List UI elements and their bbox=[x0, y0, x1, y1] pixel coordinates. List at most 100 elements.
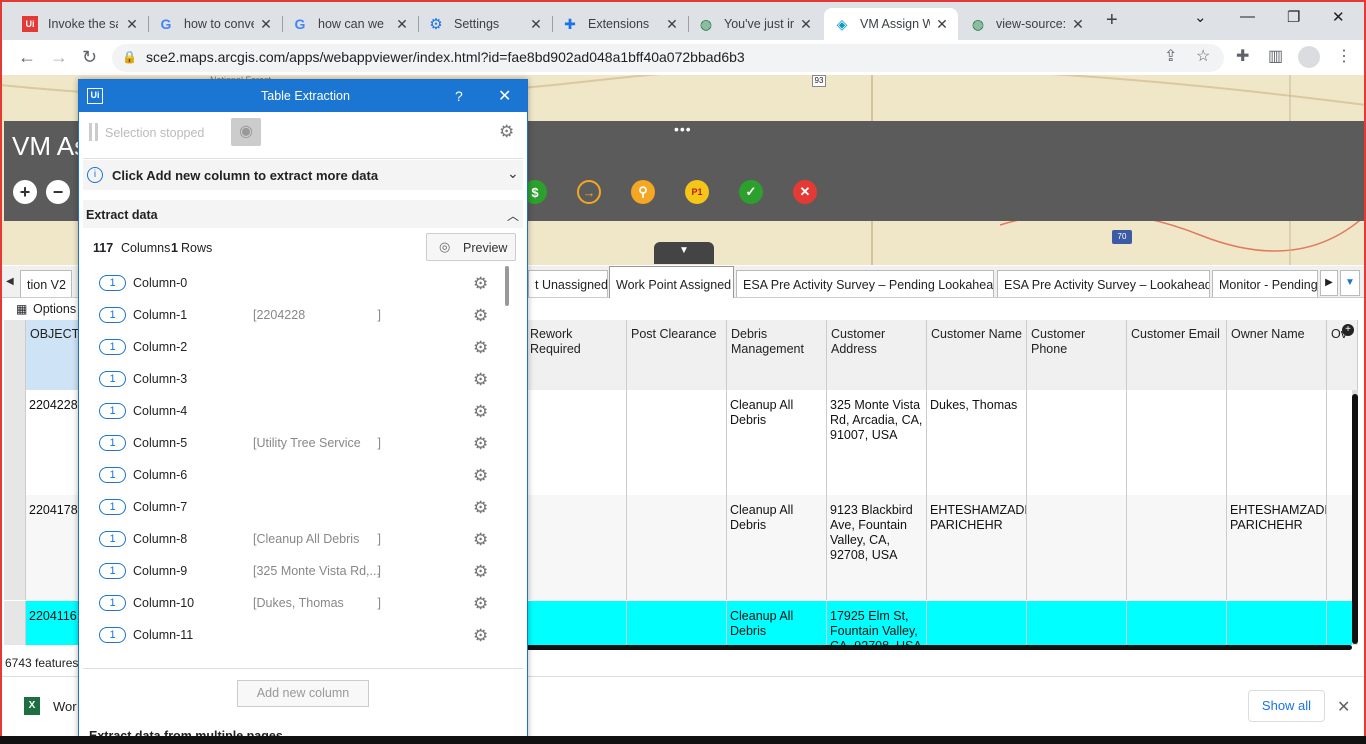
column-item[interactable]: 1 Column-2 ⚙ bbox=[99, 332, 499, 364]
eye-toggle-icon[interactable]: ◉ bbox=[231, 118, 261, 146]
more-dots-icon[interactable]: ••• bbox=[674, 121, 692, 137]
close-icon[interactable]: ✕ bbox=[1070, 16, 1086, 32]
column-item[interactable]: 1 Column-3 ⚙ bbox=[99, 364, 499, 396]
reload-icon[interactable]: ↻ bbox=[82, 48, 97, 66]
attr-tab-unassigned[interactable]: t Unassigned bbox=[528, 270, 608, 297]
column-header[interactable]: Customer Name bbox=[927, 320, 1027, 390]
close-icon[interactable]: ✕ bbox=[258, 16, 274, 32]
arrow-right-circle-icon[interactable]: → bbox=[577, 180, 601, 204]
attr-tab-esa-lookahead[interactable]: ESA Pre Activity Survey – Lookahead bbox=[997, 270, 1210, 297]
tabs-left-arrow-icon[interactable]: ◀ bbox=[6, 276, 14, 287]
minimize-icon[interactable]: — bbox=[1240, 8, 1255, 25]
close-icon[interactable]: ✕ bbox=[934, 16, 950, 32]
column-header[interactable]: OBJECTI bbox=[26, 320, 83, 390]
close-icon[interactable]: ✕ bbox=[124, 16, 140, 32]
close-icon[interactable]: ✕ bbox=[798, 16, 814, 32]
share-icon[interactable]: ⇪ bbox=[1164, 49, 1177, 65]
column-header[interactable]: Post Clearance bbox=[627, 320, 727, 390]
tab-view-source[interactable]: ◍ view-source:h ✕ bbox=[960, 8, 1094, 40]
preview-button[interactable]: ◎ Preview bbox=[426, 233, 516, 261]
column-item[interactable]: 1 Column-10 [Dukes, Thomas] ⚙ bbox=[99, 588, 499, 620]
vertical-scrollbar[interactable] bbox=[1352, 390, 1358, 645]
search-icon[interactable]: ⚲ bbox=[631, 180, 655, 204]
column-settings-gear-icon[interactable]: ⚙ bbox=[473, 434, 488, 454]
column-settings-gear-icon[interactable]: ⚙ bbox=[473, 370, 488, 390]
attr-tab-work-point-assigned[interactable]: Work Point Assigned bbox=[609, 266, 734, 298]
close-icon[interactable]: ✕ bbox=[394, 16, 410, 32]
menu-kebab-icon[interactable]: ⋮ bbox=[1336, 49, 1352, 65]
x-cancel-icon[interactable]: ✕ bbox=[793, 180, 817, 204]
row-selector[interactable] bbox=[4, 495, 26, 600]
column-header[interactable]: Debris Management bbox=[727, 320, 827, 390]
help-button[interactable]: ? bbox=[455, 88, 463, 104]
column-item[interactable]: 1 Column-1 [2204228] ⚙ bbox=[99, 300, 499, 332]
column-settings-gear-icon[interactable]: ⚙ bbox=[473, 498, 488, 518]
extensions-icon[interactable]: ✚ bbox=[1236, 49, 1249, 65]
new-tab-icon[interactable]: + bbox=[1106, 9, 1118, 32]
attr-tab-esa-pending-lookahead[interactable]: ESA Pre Activity Survey – Pending Lookah… bbox=[736, 270, 994, 297]
column-header[interactable]: Rework Required bbox=[526, 320, 627, 390]
options-button[interactable]: Options bbox=[33, 302, 76, 316]
restore-icon[interactable]: ❐ bbox=[1287, 8, 1300, 26]
forward-icon[interactable]: → bbox=[50, 48, 68, 66]
column-item[interactable]: 1 Column-11 ⚙ bbox=[99, 620, 499, 652]
p1-priority-icon[interactable]: P1 bbox=[685, 180, 709, 204]
tab-how-to-convert[interactable]: G how to conve ✕ bbox=[148, 8, 283, 40]
column-header[interactable]: Customer Address bbox=[827, 320, 927, 390]
tab-youve-just[interactable]: ◍ You've just in ✕ bbox=[688, 8, 822, 40]
column-settings-gear-icon[interactable]: ⚙ bbox=[473, 274, 488, 294]
column-header[interactable]: Owner Name bbox=[1227, 320, 1327, 390]
back-icon[interactable]: ← bbox=[18, 48, 36, 66]
info-banner[interactable]: i Click Add new column to extract more d… bbox=[83, 160, 523, 190]
chevron-down-icon[interactable]: ⌄ bbox=[507, 165, 519, 182]
column-item[interactable]: 1 Column-4 ⚙ bbox=[99, 396, 499, 428]
tab-search-icon[interactable]: ⌄ bbox=[1194, 8, 1207, 26]
tab-how-can-we[interactable]: G how can we c ✕ bbox=[282, 8, 419, 40]
show-all-button[interactable]: Show all bbox=[1248, 690, 1325, 722]
download-filename[interactable]: Wor bbox=[53, 699, 77, 714]
column-header[interactable]: Customer Email bbox=[1127, 320, 1227, 390]
chevron-up-icon[interactable]: ︿ bbox=[507, 207, 519, 224]
add-column-icon[interactable]: + bbox=[1342, 324, 1354, 336]
column-item[interactable]: 1 Column-9 [325 Monte Vista Rd,...] ⚙ bbox=[99, 556, 499, 588]
row-selector[interactable] bbox=[4, 601, 26, 645]
column-item[interactable]: 1 Column-7 ⚙ bbox=[99, 492, 499, 524]
add-new-column-button[interactable]: Add new column bbox=[237, 680, 369, 707]
column-settings-gear-icon[interactable]: ⚙ bbox=[473, 338, 488, 358]
column-settings-gear-icon[interactable]: ⚙ bbox=[473, 530, 488, 550]
settings-gear-icon[interactable]: ⚙ bbox=[499, 122, 514, 142]
column-item[interactable]: 1 Column-6 ⚙ bbox=[99, 460, 499, 492]
zoom-out-icon[interactable]: − bbox=[46, 180, 70, 204]
column-item[interactable]: 1 Column-5 [Utility Tree Service] ⚙ bbox=[99, 428, 499, 460]
close-download-bar-icon[interactable]: ✕ bbox=[1337, 697, 1350, 717]
panel-title-bar[interactable]: Ui Table Extraction ? ✕ bbox=[79, 80, 527, 112]
attr-tab-monitor-pending[interactable]: Monitor - Pending bbox=[1212, 270, 1318, 297]
tabs-right-arrow-icon[interactable]: ▶ bbox=[1320, 270, 1338, 296]
attr-tab-v2[interactable]: tion V2 bbox=[20, 270, 72, 297]
column-settings-gear-icon[interactable]: ⚙ bbox=[473, 626, 488, 646]
tabs-dropdown-icon[interactable]: ▼ bbox=[1340, 270, 1360, 296]
column-item[interactable]: 1 Column-8 [Cleanup All Debris] ⚙ bbox=[99, 524, 499, 556]
column-item[interactable]: 1 Column-0 ⚙ bbox=[99, 268, 499, 300]
tab-settings[interactable]: ⚙ Settings ✕ bbox=[418, 8, 553, 40]
column-settings-gear-icon[interactable]: ⚙ bbox=[473, 562, 488, 582]
panel-close-icon[interactable]: ✕ bbox=[498, 86, 511, 106]
collapse-toggle-icon[interactable]: ▼ bbox=[654, 242, 714, 264]
scrollbar-thumb[interactable] bbox=[1352, 394, 1358, 644]
profile-avatar[interactable] bbox=[1298, 46, 1320, 68]
column-header[interactable]: Customer Phone bbox=[1027, 320, 1127, 390]
close-icon[interactable]: ✕ bbox=[528, 16, 544, 32]
column-settings-gear-icon[interactable]: ⚙ bbox=[473, 306, 488, 326]
column-settings-gear-icon[interactable]: ⚙ bbox=[473, 466, 488, 486]
side-panel-icon[interactable]: ▥ bbox=[1268, 49, 1283, 65]
zoom-in-icon[interactable]: + bbox=[13, 180, 37, 204]
column-settings-gear-icon[interactable]: ⚙ bbox=[473, 402, 488, 422]
tab-extensions[interactable]: ✚ Extensions ✕ bbox=[552, 8, 689, 40]
url-text[interactable]: sce2.maps.arcgis.com/apps/webappviewer/i… bbox=[146, 49, 745, 65]
close-icon[interactable]: ✕ bbox=[664, 16, 680, 32]
extract-data-section-header[interactable]: Extract data ︿ bbox=[83, 200, 523, 228]
bookmark-star-icon[interactable]: ☆ bbox=[1196, 49, 1210, 65]
horizontal-scrollbar[interactable] bbox=[526, 645, 1352, 650]
window-close-icon[interactable]: ✕ bbox=[1332, 8, 1345, 26]
column-settings-gear-icon[interactable]: ⚙ bbox=[473, 594, 488, 614]
